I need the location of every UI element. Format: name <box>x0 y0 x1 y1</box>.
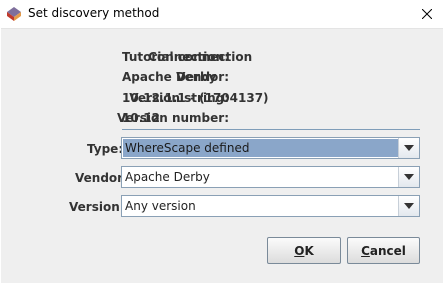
connection-value: Tutorial connection <box>122 50 253 64</box>
cancel-button[interactable]: Cancel <box>347 237 420 264</box>
cancel-mnemonic: C <box>361 243 370 258</box>
chevron-down-icon[interactable] <box>398 167 419 187</box>
vendor-label: Vendor: <box>75 171 128 185</box>
version-select-value: Any version <box>125 199 196 213</box>
close-button[interactable] <box>410 0 444 28</box>
version-select[interactable]: Any version <box>121 195 420 217</box>
ok-label-rest: K <box>304 243 314 258</box>
version-string-value: 10.12.1.1 - (1704137) <box>122 91 269 105</box>
vendor-select-value: Apache Derby <box>125 170 210 184</box>
vendor-select[interactable]: Apache Derby <box>121 166 420 188</box>
ok-button[interactable]: OK <box>267 237 341 264</box>
vendor-info-value: Apache Derby <box>122 70 217 84</box>
window-title: Set discovery method <box>28 6 160 20</box>
version-label: Version: <box>69 200 125 214</box>
separator <box>122 129 420 130</box>
cancel-label-rest: ancel <box>369 243 406 258</box>
chevron-down-icon[interactable] <box>398 138 419 158</box>
app-logo-icon <box>6 6 22 22</box>
chevron-down-icon[interactable] <box>398 196 419 216</box>
type-select-value: WhereScape defined <box>125 141 250 155</box>
version-number-value: 10.12 <box>122 111 160 125</box>
title-bar: Set discovery method <box>0 0 444 28</box>
type-label: Type: <box>87 142 124 156</box>
type-select[interactable]: WhereScape defined <box>121 137 420 159</box>
close-icon <box>422 9 432 19</box>
ok-mnemonic: O <box>294 243 305 258</box>
